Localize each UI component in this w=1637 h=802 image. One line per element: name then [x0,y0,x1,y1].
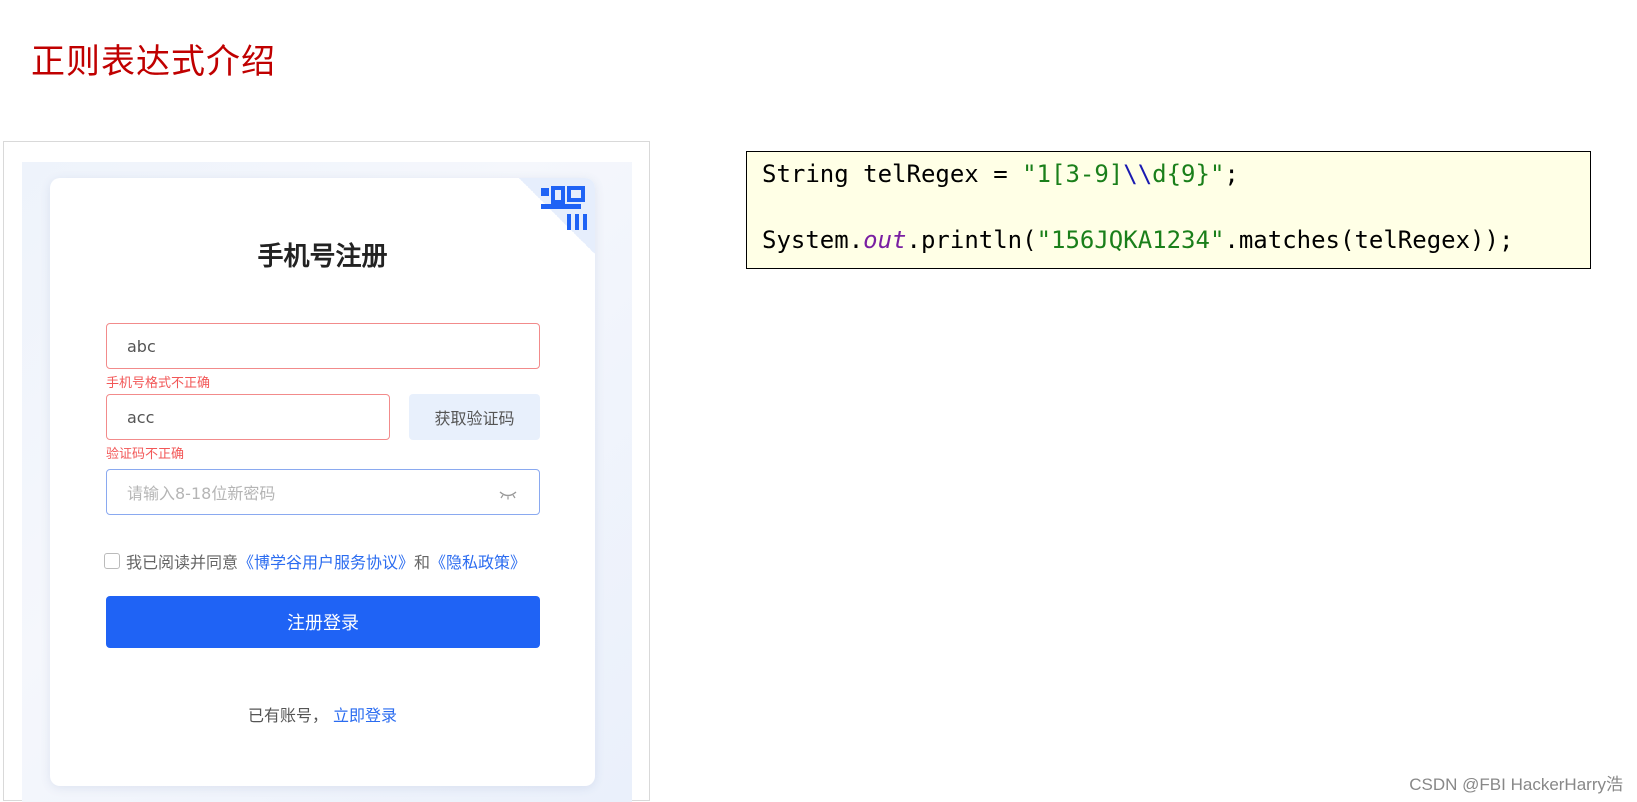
slide-title: 正则表达式介绍 [31,42,276,82]
password-placeholder: 请输入8-18位新密码 [127,484,276,503]
code-string-b: d{9}" [1152,160,1225,188]
register-screenshot: 手机号注册 abc 手机号格式不正确 acc 获取验证码 验证码不正确 请输入8… [3,141,650,802]
privacy-link[interactable]: 《隐私政策》 [430,549,526,573]
agreement-row: 我已阅读并同意 《博学谷用户服务协议》 和 《隐私政策》 [104,549,526,573]
have-account-text: 已有账号， [247,706,328,725]
eye-closed-icon[interactable] [499,485,517,504]
code-decl: String telRegex = [762,160,1023,188]
phone-input[interactable]: abc [106,323,540,369]
code-error: 验证码不正确 [106,447,185,462]
code-string-a: "1[3-9] [1022,160,1124,188]
agree-checkbox[interactable] [104,553,120,569]
register-card: 手机号注册 abc 手机号格式不正确 acc 获取验证码 验证码不正确 请输入8… [50,178,595,786]
watermark: CSDN @FBI HackerHarry浩 [1409,775,1623,794]
code-block: String telRegex = "1[3-9]\\d{9}"; System… [746,151,1591,269]
get-code-button[interactable]: 获取验证码 [409,394,540,440]
register-login-button[interactable]: 注册登录 [106,596,540,648]
login-row: 已有账号， 立即登录 [50,702,595,726]
code-println: .println( [906,226,1037,254]
code-escape: \\ [1123,160,1153,188]
login-link[interactable]: 立即登录 [333,706,397,725]
agree-text: 我已阅读并同意 [126,553,239,572]
code-line-1: String telRegex = "1[3-9]\\d{9}"; [762,160,1239,188]
code-string-literal: "156JQKA1234" [1036,226,1225,254]
code-system: System. [762,226,864,254]
code-semicolon: ; [1224,160,1239,188]
card-title: 手机号注册 [257,242,388,272]
code-line-2: System.out.println("156JQKA1234".matches… [762,226,1513,254]
phone-error: 手机号格式不正确 [106,376,211,391]
password-input[interactable]: 请输入8-18位新密码 [106,469,540,515]
agree-and: 和 [414,553,431,572]
code-input[interactable]: acc [106,394,390,440]
agreement-link[interactable]: 《博学谷用户服务协议》 [238,549,414,573]
code-matches: .matches(telRegex)); [1224,226,1514,254]
code-field-out: out [863,226,907,254]
